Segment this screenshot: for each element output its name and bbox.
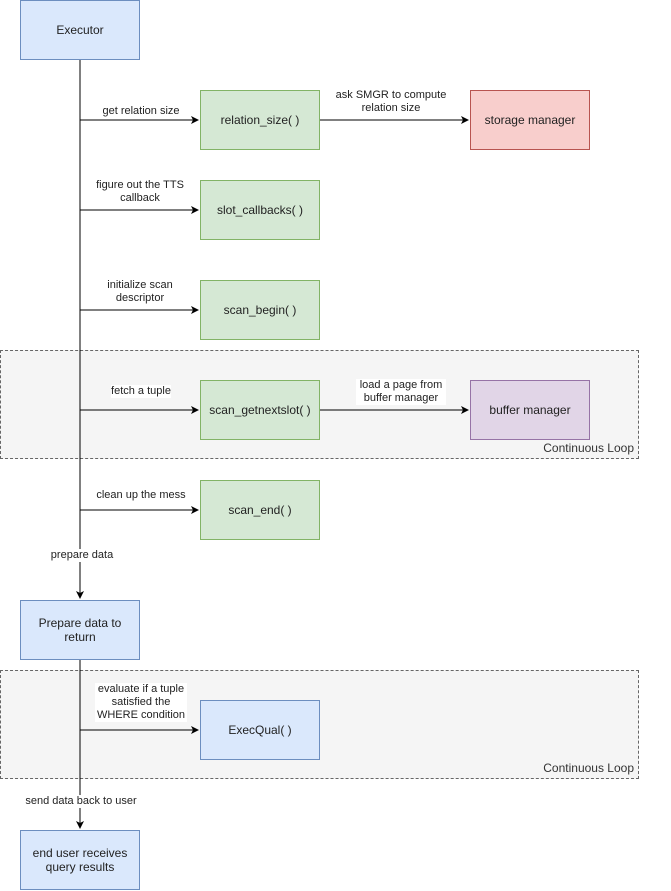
slot-callbacks-node: slot_callbacks( ) — [200, 180, 320, 240]
node-label: Prepare data to return — [38, 616, 122, 644]
node-label: end user receives query results — [32, 846, 128, 874]
node-label: scan_end( ) — [228, 503, 292, 517]
node-label: relation_size( ) — [220, 113, 300, 127]
buffer-manager-node: buffer manager — [470, 380, 590, 440]
node-label: Executor — [56, 23, 104, 37]
node-label: ExecQual( ) — [228, 723, 292, 737]
executor-node: Executor — [20, 0, 140, 60]
node-label: storage manager — [484, 113, 576, 127]
scan-begin-node: scan_begin( ) — [200, 280, 320, 340]
node-label: scan_getnextslot( ) — [209, 403, 311, 417]
edge-label: get relation size — [102, 105, 180, 118]
scan-getnextslot-node: scan_getnextslot( ) — [200, 380, 320, 440]
edge-label: ask SMGR to compute relation size — [331, 89, 451, 115]
relation-size-node: relation_size( ) — [200, 90, 320, 150]
edge-label: fetch a tuple — [111, 385, 171, 398]
edge-label: figure out the TTS callback — [90, 179, 190, 205]
edge-label: prepare data — [50, 549, 114, 562]
edge-label: load a page from buffer manager — [356, 379, 446, 405]
end-user-node: end user receives query results — [20, 830, 140, 890]
node-label: buffer manager — [489, 403, 571, 417]
edge-label: clean up the mess — [96, 489, 186, 502]
storage-manager-node: storage manager — [470, 90, 590, 150]
node-label: slot_callbacks( ) — [216, 203, 304, 217]
scan-end-node: scan_end( ) — [200, 480, 320, 540]
edge-label: initialize scan descriptor — [100, 279, 180, 305]
prepare-data-node: Prepare data to return — [20, 600, 140, 660]
node-label: scan_begin( ) — [223, 303, 297, 317]
execqual-node: ExecQual( ) — [200, 700, 320, 760]
edge-label: send data back to user — [25, 795, 137, 808]
edge-label: evaluate if a tuple satisfied the WHERE … — [95, 683, 187, 722]
